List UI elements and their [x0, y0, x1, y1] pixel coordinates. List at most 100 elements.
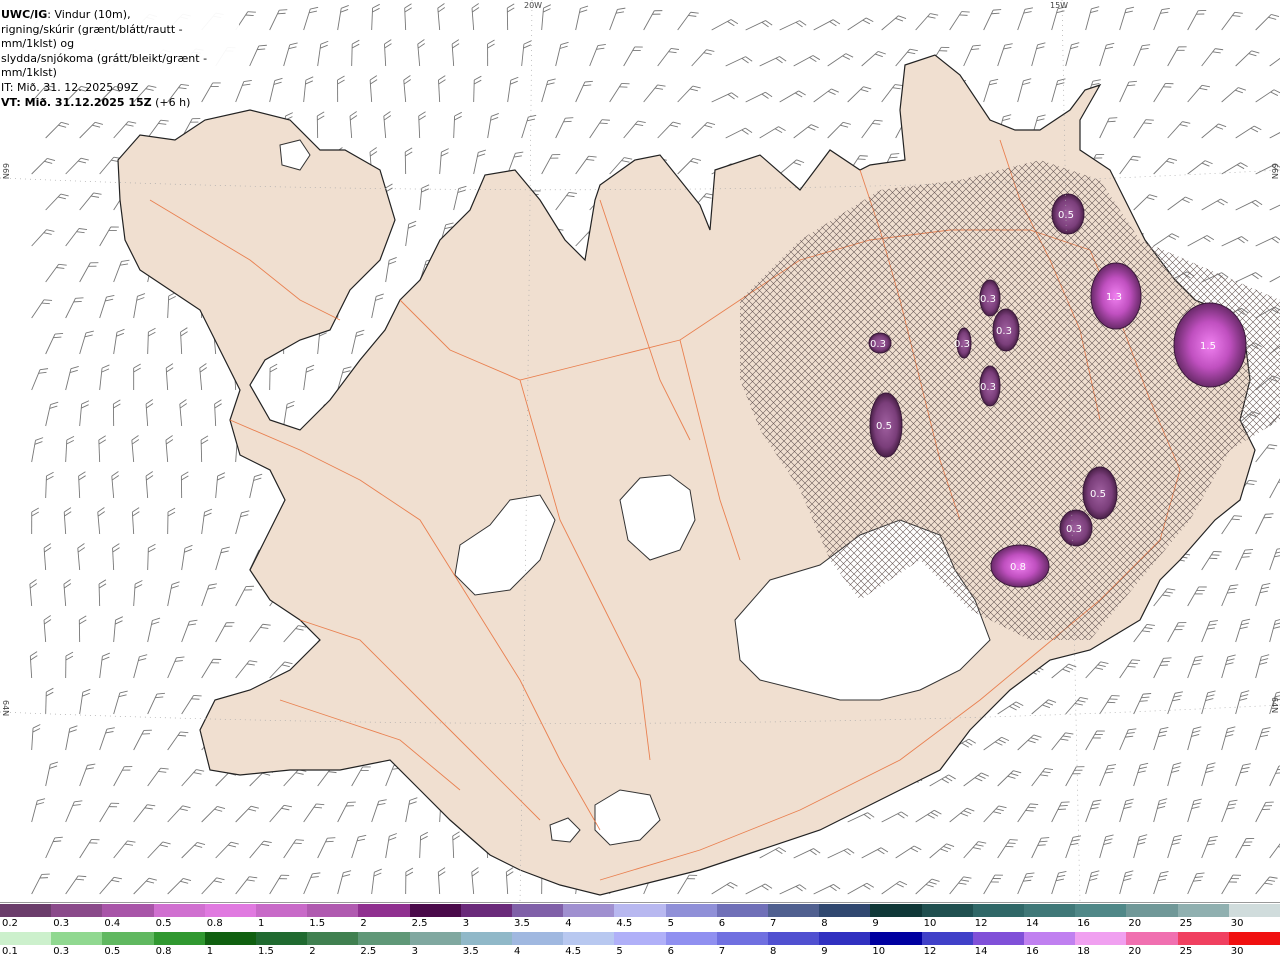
rain-scale-labels: 0.1 0.3 0.5 0.8 1 1.5 2 2.5 3 3.5 4 4.5 5 6 7 8 9 10 12 14 1…: [0, 946, 1280, 960]
wind-barb: [555, 41, 569, 67]
wind-barb: [963, 44, 981, 67]
wind-barb: [473, 149, 487, 175]
snow-scale-swatch: [1177, 904, 1229, 917]
precip-cell-label: 0.3: [870, 339, 886, 350]
rain-scale-label: 25: [1179, 946, 1193, 957]
wind-barb: [1017, 734, 1042, 751]
wind-barb: [861, 847, 889, 859]
wind-barb: [269, 363, 278, 391]
rain-scale-swatch: [870, 932, 922, 945]
wind-barb: [439, 148, 449, 175]
legend-top-border: [0, 902, 1280, 903]
wind-barb: [131, 435, 140, 463]
wind-barb: [181, 695, 202, 715]
wind-barb: [1235, 837, 1255, 859]
snow-scale-label: 3: [462, 918, 470, 929]
wind-barb: [113, 616, 124, 643]
wind-barb: [31, 798, 46, 823]
snow-scale-swatch: [972, 904, 1025, 917]
wind-barb: [575, 80, 593, 103]
wind-barb: [404, 147, 413, 175]
wind-barb: [31, 229, 55, 247]
wind-barb: [555, 117, 574, 139]
wind-barb: [303, 76, 314, 103]
wind-barb: [147, 767, 169, 787]
wind-barb: [1235, 125, 1262, 139]
wind-barb: [249, 840, 272, 859]
wind-barb: [79, 192, 102, 211]
wind-barb: [283, 42, 298, 67]
wind-barb: [98, 579, 107, 607]
wind-barb: [1133, 623, 1155, 643]
snow-color-scale: [0, 904, 1280, 917]
snow-scale-swatch: [512, 904, 564, 917]
wind-barb: [351, 834, 367, 859]
snow-scale-label: 1: [258, 918, 265, 929]
wind-barb: [609, 83, 630, 103]
wind-barb: [31, 299, 53, 319]
wind-barb: [45, 687, 54, 715]
wind-barb: [215, 472, 226, 499]
snow-scale-label: 4.5: [616, 918, 633, 929]
rain-scale-swatch: [358, 932, 410, 945]
precip-cell-label: 0.3: [996, 326, 1012, 337]
wind-barb: [65, 725, 78, 751]
snow-scale-label: 14: [1026, 918, 1039, 929]
wind-barb: [915, 809, 942, 823]
wind-barb: [1133, 762, 1149, 787]
wind-barb: [1255, 236, 1280, 247]
wind-barb: [283, 400, 295, 427]
precip-cell-label: 0.3: [980, 382, 996, 393]
rain-scale-label: 0.8: [155, 946, 172, 957]
rain-scale-label: 16: [1026, 946, 1039, 957]
rain-scale-label: 2.5: [360, 946, 377, 957]
wind-barb: [65, 435, 75, 463]
wind-barb: [745, 883, 773, 895]
wind-barb: [1255, 444, 1278, 463]
wind-barb: [1153, 798, 1168, 823]
wind-barb: [337, 5, 349, 31]
wind-barb: [31, 158, 56, 175]
wind-barb: [1133, 44, 1151, 67]
title-line3: slydda/snjókoma (grátt/bleikt/grænt - mm…: [1, 51, 208, 80]
wind-barb: [1255, 801, 1274, 823]
coord-left-lower: 64N: [1, 700, 10, 717]
wind-barb: [827, 53, 854, 67]
wind-barb: [1167, 121, 1191, 139]
wind-barb: [1119, 870, 1134, 895]
snow-scale-swatch: [51, 904, 103, 917]
wind-barb: [43, 615, 52, 643]
wind-barb: [351, 329, 365, 355]
wind-barb: [609, 7, 626, 31]
issue-time: IT: Mið. 31. 12. 2025 09Z: [1, 80, 139, 94]
wind-barb: [453, 185, 467, 211]
wind-barb: [657, 121, 681, 139]
snow-scale-swatch: [1126, 904, 1178, 917]
wind-barb: [1221, 236, 1249, 247]
wind-barb: [180, 471, 189, 499]
wind-barb: [1187, 84, 1210, 103]
wind-barb: [1201, 123, 1227, 139]
wind-barb: [1221, 162, 1248, 175]
wind-barb: [337, 870, 352, 895]
wind-barb: [99, 876, 122, 895]
wind-barb: [31, 724, 41, 751]
wind-barb: [1031, 42, 1046, 67]
wind-barb: [1065, 42, 1080, 67]
wind-barb: [113, 259, 130, 283]
wind-barb: [405, 797, 418, 823]
wind-barb: [235, 510, 250, 535]
snow-scale-label: 0.3: [53, 918, 70, 929]
rain-scale-swatch: [153, 932, 205, 945]
wind-barb: [827, 848, 855, 859]
wind-barb: [201, 805, 226, 823]
wind-barb: [1187, 586, 1207, 607]
wind-barb: [643, 10, 663, 31]
rain-scale-swatch: [512, 932, 564, 945]
wind-barb: [1269, 271, 1280, 283]
snow-scale-swatch: [256, 904, 308, 917]
wind-barb: [418, 111, 426, 139]
wind-barb: [133, 363, 141, 391]
snow-scale-label: 4: [565, 918, 572, 929]
wind-barb: [65, 875, 87, 895]
